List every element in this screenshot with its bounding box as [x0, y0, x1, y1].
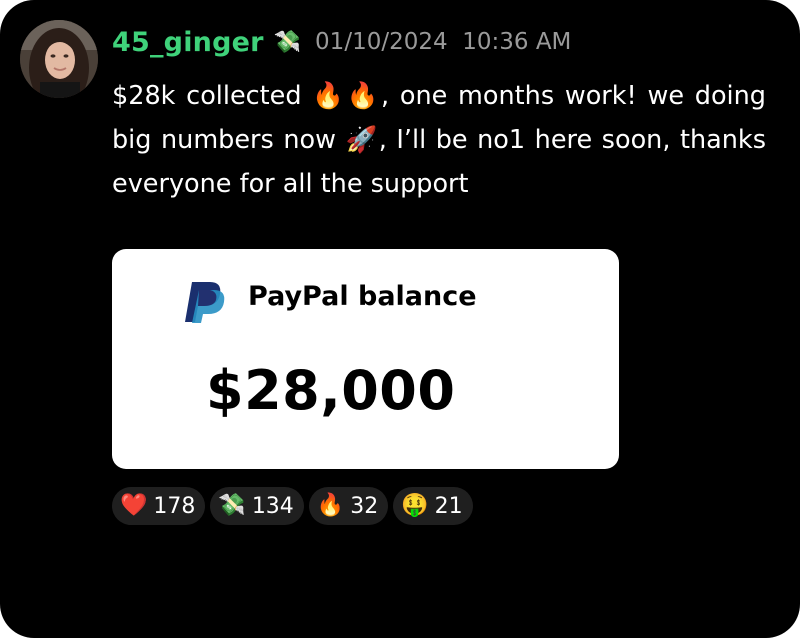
- money-mouth-face-icon: 🤑: [401, 493, 429, 518]
- money-with-wings-icon: 💸: [273, 29, 302, 55]
- message-post: 45_ginger 💸 01/10/2024 10:36 AM $28k col…: [0, 0, 800, 638]
- reaction-count: 32: [350, 493, 379, 519]
- money-with-wings-icon: 💸: [218, 493, 246, 518]
- reaction-count: 21: [434, 493, 463, 519]
- paypal-balance-card[interactable]: PayPal balance $28,000: [112, 249, 619, 469]
- message-text: $28k collected 🔥🔥, one months work! we d…: [112, 81, 766, 199]
- reactions-bar: ❤️ 178 💸 134 🔥 32 🤑 21: [112, 487, 473, 525]
- reaction-count: 178: [153, 493, 196, 519]
- username[interactable]: 45_ginger: [112, 27, 264, 58]
- reaction-money-mouth-face[interactable]: 🤑 21: [393, 487, 473, 525]
- paypal-balance-amount: $28,000: [206, 359, 456, 422]
- post-header: 45_ginger 💸 01/10/2024 10:36 AM: [112, 24, 571, 60]
- fire-icon: 🔥: [316, 493, 345, 518]
- reaction-count: 134: [251, 493, 294, 519]
- reaction-money-with-wings[interactable]: 💸 134: [210, 487, 304, 525]
- paypal-balance-label: PayPal balance: [248, 281, 477, 312]
- avatar[interactable]: [20, 20, 98, 98]
- reaction-fire[interactable]: 🔥 32: [308, 487, 389, 525]
- timestamp: 01/10/2024 10:36 AM: [315, 29, 572, 55]
- reaction-heart[interactable]: ❤️ 178: [112, 487, 206, 525]
- paypal-logo-icon: [185, 282, 225, 323]
- avatar-image: [20, 20, 98, 98]
- heart-icon: ❤️: [120, 493, 148, 518]
